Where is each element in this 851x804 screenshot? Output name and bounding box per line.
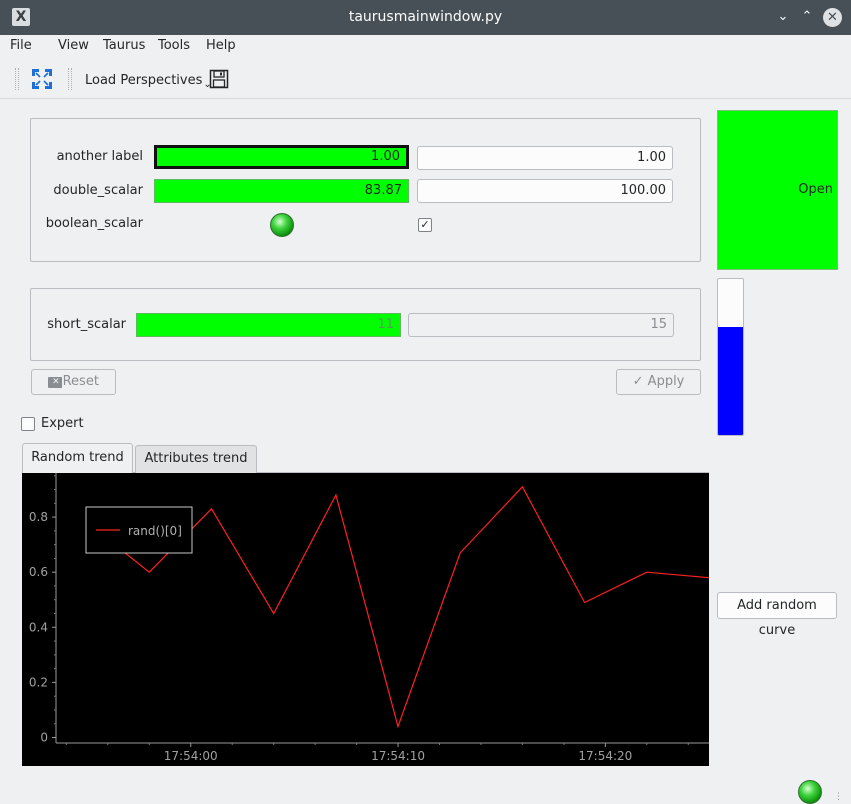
- checkmark-icon: ✓: [632, 374, 644, 389]
- double-scalar-write-input[interactable]: 100.00: [417, 179, 673, 203]
- menu-bar: File View Taurus Tools Help: [0, 35, 851, 59]
- level-bar: [717, 278, 744, 436]
- y-tick-label: 0.8: [29, 510, 48, 524]
- size-grip-icon[interactable]: ⋮: [834, 793, 844, 802]
- backspace-icon: ✕: [48, 377, 62, 388]
- trend-plot-svg: 0 0.2 0.4 0.6 0.8 17:54:00 17:54:10 17:54:20 ran…: [29, 473, 710, 763]
- apply-label: Apply: [647, 374, 685, 389]
- short-scalar-write-input[interactable]: 15: [408, 313, 674, 337]
- x-tick-label: 17:54:20: [578, 749, 632, 763]
- minimize-icon[interactable]: ⌄: [775, 9, 791, 25]
- menu-view[interactable]: View: [58, 38, 89, 53]
- tab-attributes-trend[interactable]: Attributes trend: [135, 445, 257, 473]
- expert-label: Expert: [41, 416, 84, 431]
- menu-file[interactable]: File: [10, 38, 32, 53]
- x-tick-label: 17:54:00: [164, 749, 218, 763]
- boolean-scalar-checkbox[interactable]: ✓: [418, 218, 432, 232]
- short-scalar-read-value: 11: [136, 313, 401, 337]
- another-label-label: another label: [56, 149, 143, 164]
- y-tick-label: 0.2: [29, 675, 48, 689]
- reset-label: Reset: [62, 374, 99, 389]
- toolbar: Load Perspectives⌄: [0, 59, 851, 99]
- expert-checkbox[interactable]: [21, 417, 35, 431]
- save-icon[interactable]: [209, 69, 229, 89]
- short-scalar-label: short_scalar: [47, 317, 126, 332]
- load-perspectives-label: Load Perspectives: [85, 73, 203, 88]
- legend-label: rand()[0]: [128, 524, 182, 538]
- maximize-icon[interactable]: ⌃: [799, 9, 815, 25]
- toolbar-separator: [68, 68, 72, 90]
- another-label-write-input[interactable]: 1.00: [417, 146, 673, 170]
- apply-button[interactable]: ✓ Apply: [616, 369, 701, 395]
- y-tick-label: 0: [40, 730, 48, 744]
- fullscreen-icon[interactable]: [30, 67, 54, 91]
- trend-plot[interactable]: 0 0.2 0.4 0.6 0.8 17:54:00 17:54:10 17:54:20 ran…: [22, 473, 710, 766]
- another-label-read-value: 1.00: [154, 145, 409, 169]
- state-panel: Open: [717, 110, 838, 270]
- double-scalar-read-value: 83.87: [154, 179, 409, 203]
- title-bar: X taurusmainwindow.py ⌄ ⌃ ✕: [0, 0, 851, 35]
- tab-random-trend[interactable]: Random trend: [22, 443, 133, 473]
- add-random-curve-button[interactable]: Add random curve: [717, 592, 837, 638]
- x-tick-label: 17:54:10: [371, 749, 425, 763]
- reset-button[interactable]: ✕ Reset: [31, 369, 116, 395]
- status-led: [798, 780, 822, 804]
- y-tick-label: 0.4: [29, 620, 48, 634]
- state-label: Open: [798, 182, 833, 197]
- boolean-scalar-led: [270, 213, 294, 237]
- load-perspectives-button[interactable]: Load Perspectives⌄: [85, 73, 212, 90]
- double-scalar-label: double_scalar: [53, 183, 143, 198]
- level-bar-fill: [718, 327, 743, 435]
- window-title: taurusmainwindow.py: [348, 9, 503, 25]
- y-tick-label: 0.6: [29, 565, 48, 579]
- close-icon[interactable]: ✕: [823, 8, 842, 27]
- menu-taurus[interactable]: Taurus: [103, 38, 145, 53]
- toolbar-grip[interactable]: [15, 68, 19, 90]
- menu-tools[interactable]: Tools: [158, 38, 190, 53]
- menu-help[interactable]: Help: [206, 38, 236, 53]
- boolean-scalar-label: boolean_scalar: [45, 216, 143, 231]
